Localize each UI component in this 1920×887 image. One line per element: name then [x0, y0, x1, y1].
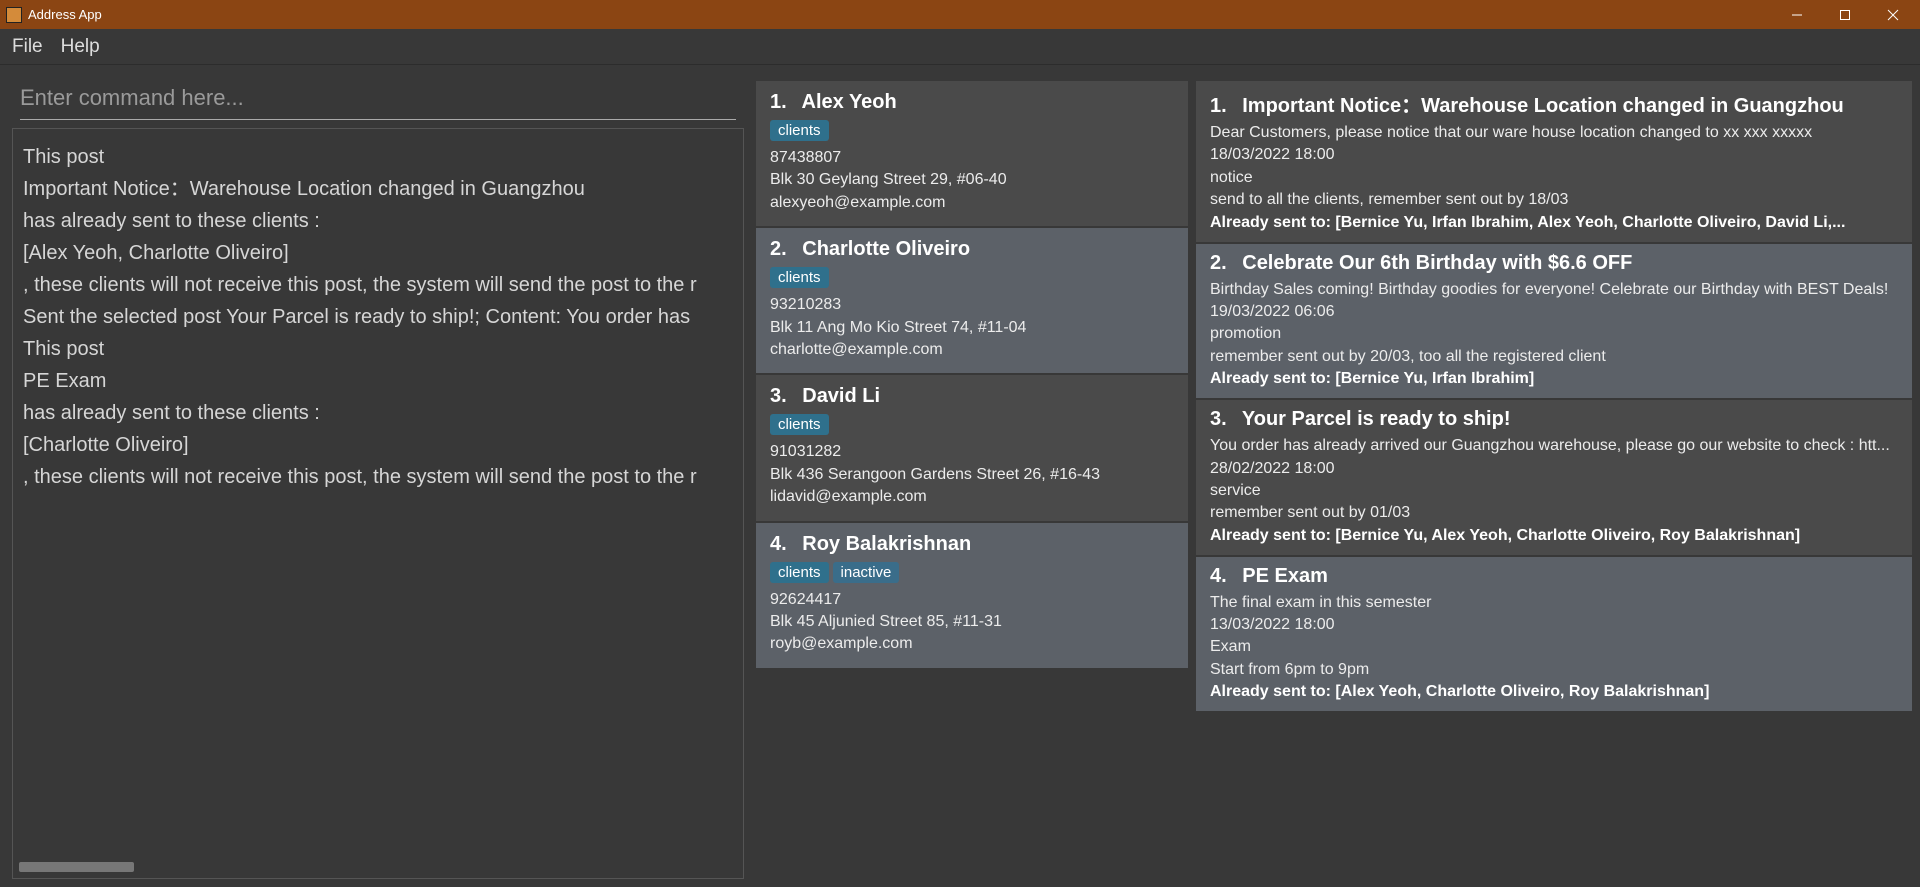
notice-date: 28/02/2022 18:00	[1210, 458, 1898, 480]
notice-date: 13/03/2022 18:00	[1210, 614, 1898, 636]
client-email: charlotte@example.com	[770, 339, 1174, 361]
notice-card[interactable]: 4. PE Exam The final exam in this semeste…	[1196, 557, 1912, 712]
client-name: 4. Roy Balakrishnan	[770, 533, 1174, 556]
result-line: This post	[23, 333, 733, 365]
result-line: , these clients will not receive this po…	[23, 269, 733, 301]
client-email: lidavid@example.com	[770, 486, 1174, 508]
tag-clients: clients	[770, 414, 829, 435]
tag-clients: clients	[770, 267, 829, 288]
tag-inactive: inactive	[833, 562, 900, 583]
client-name: 1. Alex Yeoh	[770, 91, 1174, 114]
content-area: This post Important Notice：Warehouse Loc…	[0, 65, 1920, 887]
notice-body: You order has already arrived our Guangz…	[1210, 435, 1898, 457]
menubar: File Help	[0, 29, 1920, 65]
client-phone: 87438807	[770, 147, 1174, 169]
minimize-button[interactable]	[1774, 0, 1820, 29]
menu-file[interactable]: File	[12, 36, 43, 58]
notices-panel: 1. Important Notice：Warehouse Location c…	[1196, 73, 1912, 879]
notice-body: Birthday Sales coming! Birthday goodies …	[1210, 279, 1898, 301]
client-card[interactable]: 2. Charlotte Oliveiro clients 93210283Blk …	[756, 228, 1188, 373]
maximize-button[interactable]	[1822, 0, 1868, 29]
result-line: PE Exam	[23, 365, 733, 397]
notice-note: remember sent out by 20/03, too all the …	[1210, 346, 1898, 368]
client-tags: clients	[770, 267, 1174, 288]
result-display: This post Important Notice：Warehouse Loc…	[12, 128, 744, 879]
menu-help[interactable]: Help	[61, 36, 100, 58]
result-line: [Charlotte Oliveiro]	[23, 429, 733, 461]
notice-sent-to: Already sent to: [Bernice Yu, Alex Yeoh,…	[1210, 527, 1898, 545]
notice-title: 3. Your Parcel is ready to ship!	[1210, 408, 1898, 431]
app-icon	[6, 7, 22, 23]
notice-note: Start from 6pm to 9pm	[1210, 659, 1898, 681]
tag-clients: clients	[770, 562, 829, 583]
close-button[interactable]	[1870, 0, 1916, 29]
result-line: , these clients will not receive this po…	[23, 461, 733, 493]
client-phone: 92624417	[770, 589, 1174, 611]
client-card[interactable]: 4. Roy Balakrishnan clientsinactive 926244…	[756, 523, 1188, 668]
client-name: 2. Charlotte Oliveiro	[770, 238, 1174, 261]
client-tags: clients	[770, 414, 1174, 435]
notice-card[interactable]: 1. Important Notice：Warehouse Location c…	[1196, 81, 1912, 242]
result-line: Important Notice：Warehouse Location chan…	[23, 173, 733, 205]
notice-category: notice	[1210, 167, 1898, 189]
notice-card[interactable]: 3. Your Parcel is ready to ship! You orde…	[1196, 400, 1912, 555]
notice-sent-to: Already sent to: [Bernice Yu, Irfan Ibra…	[1210, 370, 1898, 388]
notice-card[interactable]: 2. Celebrate Our 6th Birthday with $6.6 …	[1196, 244, 1912, 399]
notice-title: 4. PE Exam	[1210, 565, 1898, 588]
notice-sent-to: Already sent to: [Alex Yeoh, Charlotte O…	[1210, 683, 1898, 701]
client-phone: 93210283	[770, 294, 1174, 316]
horizontal-scrollbar[interactable]	[19, 862, 219, 872]
notice-date: 19/03/2022 06:06	[1210, 301, 1898, 323]
notice-body: Dear Customers, please notice that our w…	[1210, 122, 1898, 144]
notice-note: remember sent out by 01/03	[1210, 502, 1898, 524]
tag-clients: clients	[770, 120, 829, 141]
client-tags: clients	[770, 120, 1174, 141]
notice-sent-to: Already sent to: [Bernice Yu, Irfan Ibra…	[1210, 214, 1898, 232]
result-line: has already sent to these clients :	[23, 205, 733, 237]
notice-body: The final exam in this semester	[1210, 592, 1898, 614]
client-email: alexyeoh@example.com	[770, 192, 1174, 214]
notice-title: 2. Celebrate Our 6th Birthday with $6.6 …	[1210, 252, 1898, 275]
client-address: Blk 11 Ang Mo Kio Street 74, #11-04	[770, 317, 1174, 339]
client-card[interactable]: 1. Alex Yeoh clients 87438807Blk 30 Geylan…	[756, 81, 1188, 226]
client-name: 3. David Li	[770, 385, 1174, 408]
client-tags: clientsinactive	[770, 562, 1174, 583]
clients-panel: 1. Alex Yeoh clients 87438807Blk 30 Geylan…	[756, 73, 1188, 879]
notice-category: promotion	[1210, 323, 1898, 345]
client-address: Blk 45 Aljunied Street 85, #11-31	[770, 611, 1174, 633]
result-line: has already sent to these clients :	[23, 397, 733, 429]
notice-note: send to all the clients, remember sent o…	[1210, 189, 1898, 211]
client-address: Blk 436 Serangoon Gardens Street 26, #16…	[770, 464, 1174, 486]
command-input[interactable]	[20, 77, 736, 120]
result-line: Sent the selected post Your Parcel is re…	[23, 301, 733, 333]
client-phone: 91031282	[770, 441, 1174, 463]
result-line: [Alex Yeoh, Charlotte Oliveiro]	[23, 237, 733, 269]
client-email: royb@example.com	[770, 633, 1174, 655]
client-address: Blk 30 Geylang Street 29, #06-40	[770, 169, 1174, 191]
left-panel: This post Important Notice：Warehouse Loc…	[8, 73, 748, 879]
notice-title: 1. Important Notice：Warehouse Location c…	[1210, 89, 1898, 118]
result-line: This post	[23, 141, 733, 173]
notice-date: 18/03/2022 18:00	[1210, 144, 1898, 166]
titlebar: Address App	[0, 0, 1920, 29]
notice-category: Exam	[1210, 636, 1898, 658]
window-title: Address App	[28, 7, 102, 22]
notice-category: service	[1210, 480, 1898, 502]
client-card[interactable]: 3. David Li clients 91031282Blk 436 Serang…	[756, 375, 1188, 520]
